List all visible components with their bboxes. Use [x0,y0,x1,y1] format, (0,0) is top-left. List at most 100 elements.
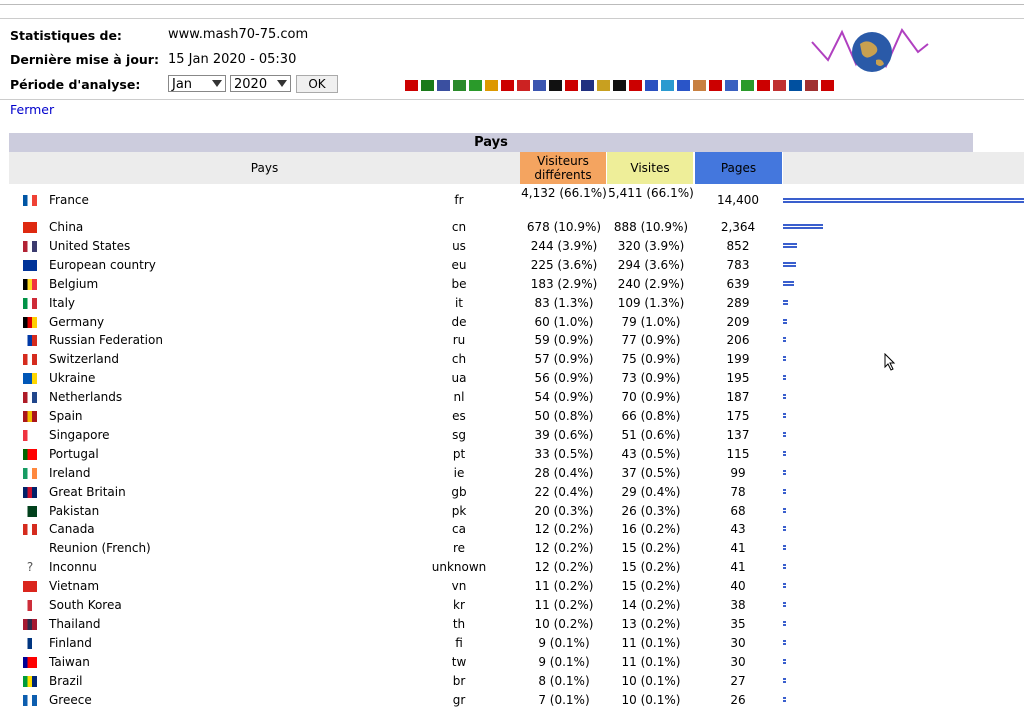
language-flag-icon[interactable] [421,80,434,91]
unique-visitors: 22 (0.4%) [534,484,594,499]
pages-bar [783,696,786,699]
ok-button[interactable]: OK [296,75,338,93]
unique-visitors: 11 (0.2%) [534,579,594,594]
year-select[interactable]: 2020 [230,75,291,92]
country-code: it [454,295,464,310]
table-row: Switzerland ch 57 (0.9%) 75 (0.9%) 199 [9,350,1024,369]
pages-bar [783,583,786,586]
pages-bar [783,431,786,434]
language-flag-icon[interactable] [789,80,802,91]
unique-visitors: 678 (10.9%) [526,220,602,234]
country-name: Inconnu [49,560,97,575]
language-flag-icon[interactable] [725,80,738,91]
language-flag-icon[interactable] [693,80,706,91]
language-flag-icon[interactable] [613,80,626,91]
table-row: ? Inconnu unknown 12 (0.2%) 15 (0.2%) 41 [9,558,1024,577]
pages: 137 [726,427,750,442]
country-flag-icon [23,335,37,347]
country-flag-icon [23,278,37,290]
language-flag-icon[interactable] [677,80,690,91]
language-flag-icon[interactable] [597,80,610,91]
language-flag-icon[interactable] [565,80,578,91]
visits: 14 (0.2%) [621,598,681,612]
language-flag-icon[interactable] [501,80,514,91]
pages: 27 [730,673,746,688]
country-flag-icon [23,505,37,517]
language-flag-icon[interactable] [549,80,562,91]
visits: 10 (0.1%) [621,673,681,688]
country-flag-icon [23,354,37,366]
country-flag-icon [23,297,37,309]
language-flag-icon[interactable] [741,80,754,91]
language-flag-icon[interactable] [581,80,594,91]
country-code: pk [451,503,467,518]
language-flag-icon[interactable] [453,80,466,91]
unique-visitors: 7 (0.1%) [538,692,590,707]
country-name: Brazil [49,673,83,688]
year-value: 2020 [234,77,268,92]
unique-visitors: 8 (0.1%) [538,673,590,688]
unique-visitors: 12 (0.2%) [534,541,594,556]
pages-bar [783,526,786,529]
language-flag-icon[interactable] [645,80,658,91]
visits: 15 (0.2%) [621,560,681,575]
pages: 40 [730,579,746,594]
visits: 13 (0.2%) [621,616,681,631]
table-row: Spain es 50 (0.8%) 66 (0.8%) 175 [9,407,1024,426]
col-header-pages: Pages [695,152,782,184]
language-flag-icon[interactable] [437,80,450,91]
stats-label: Statistiques de: [10,28,122,43]
close-link[interactable]: Fermer [10,102,54,117]
country-flag-icon [23,637,37,649]
country-name: Germany [49,314,105,329]
month-select[interactable]: Jan [168,75,226,92]
table-row: Pakistan pk 20 (0.3%) 26 (0.3%) 68 [9,502,1024,521]
visits: 11 (0.1%) [621,635,681,650]
visits: 15 (0.2%) [621,579,681,594]
stats-site: www.mash70-75.com [168,27,309,42]
pages: 78 [730,484,746,499]
pages-bar [783,639,786,642]
country-code: cn [451,220,467,234]
country-name: Canada [49,522,95,537]
pages: 175 [726,409,750,423]
language-flag-icon[interactable] [757,80,770,91]
country-code: ie [453,465,465,480]
unique-visitors: 183 (2.9%) [530,276,598,291]
country-flag-icon [23,392,37,404]
updated-label: Dernière mise à jour: [10,52,159,67]
unique-visitors: 33 (0.5%) [534,446,594,461]
visits: 79 (1.0%) [621,314,681,329]
table-row: Thailand th 10 (0.2%) 13 (0.2%) 35 [9,615,1024,634]
table-row: France fr 4,132 (66.1%) 5,411 (66.1%) 14,400 [9,185,1024,216]
country-name: Spain [49,409,83,423]
pages-bar [783,356,786,359]
language-flag-icon[interactable] [485,80,498,91]
table-row: Vietnam vn 11 (0.2%) 15 (0.2%) 40 [9,577,1024,596]
table-title: Pays [9,133,973,152]
country-code: es [452,409,466,423]
language-flag-icon[interactable] [629,80,642,91]
unique-visitors: 225 (3.6%) [530,257,598,272]
country-code: nl [453,390,465,405]
unique-visitors: 12 (0.2%) [534,522,594,537]
language-flag-icon[interactable] [469,80,482,91]
visits: 77 (0.9%) [621,333,681,348]
language-flag-icon[interactable] [533,80,546,91]
pages: 783 [726,257,750,272]
language-flag-icon[interactable] [661,80,674,91]
country-name: Italy [49,295,76,310]
visits: 15 (0.2%) [621,541,681,556]
awstats-logo-icon [811,28,929,72]
pages-bar [783,198,1024,200]
visits: 888 (10.9%) [613,220,689,234]
language-flag-icon[interactable] [709,80,722,91]
country-flag-icon [23,411,37,422]
language-flag-icon[interactable] [405,80,418,91]
unique-visitors: 50 (0.8%) [534,409,594,423]
language-flag-icon[interactable] [773,80,786,91]
language-flag-icon[interactable] [517,80,530,91]
pages-bar [783,620,786,623]
visits: 51 (0.6%) [621,427,681,442]
pages: 289 [726,295,750,310]
